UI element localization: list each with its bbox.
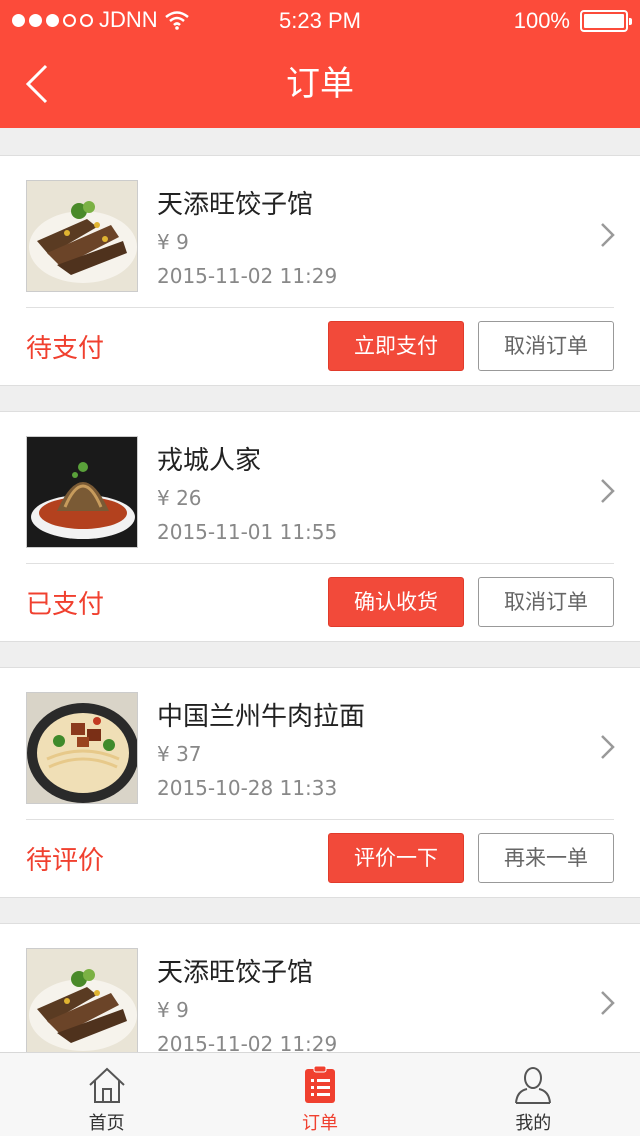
order-status: 已支付: [26, 590, 105, 620]
shop-name: 天添旺饺子馆: [157, 958, 314, 988]
tab-label: 首页: [88, 1113, 125, 1134]
dish-thumbnail: [26, 436, 138, 548]
chevron-right-icon[interactable]: [598, 476, 618, 506]
user-icon: [515, 1067, 552, 1104]
order-list-icon: [304, 1065, 335, 1103]
order-price: ¥ 37: [157, 742, 202, 766]
status-bar: JDNN 5:23 PM 100%: [0, 0, 640, 40]
battery-percent: 100%: [513, 8, 570, 33]
order-price: ¥ 26: [157, 486, 202, 510]
dish-thumbnail: [26, 180, 138, 292]
app-header: JDNN 5:23 PM 100% 订单: [0, 0, 640, 128]
confirm-receipt-button[interactable]: 确认收货: [328, 577, 464, 627]
tab-label: 订单: [301, 1113, 338, 1134]
dish-thumbnail: [26, 692, 138, 804]
tab-orders[interactable]: 订单: [213, 1053, 426, 1136]
order-card[interactable]: 天添旺饺子馆 ¥ 9 2015-11-02 11:29 待支付 立即支付 取消订…: [0, 155, 640, 386]
order-price: ¥ 9: [157, 230, 189, 254]
order-list: 天添旺饺子馆 ¥ 9 2015-11-02 11:29 待支付 立即支付 取消订…: [0, 155, 640, 1136]
cancel-order-button[interactable]: 取消订单: [478, 321, 614, 371]
divider: [26, 563, 614, 564]
divider: [26, 307, 614, 308]
order-card[interactable]: 戎城人家 ¥ 26 2015-11-01 11:55 已支付 确认收货 取消订单: [0, 411, 640, 642]
order-datetime: 2015-10-28 11:33: [157, 776, 338, 800]
tab-profile[interactable]: 我的: [427, 1053, 640, 1136]
status-right: 100%: [513, 8, 632, 34]
order-status: 待评价: [26, 846, 105, 876]
bottom-tab-bar: 首页 订单 我的: [0, 1052, 640, 1136]
shop-name: 戎城人家: [157, 446, 262, 476]
page-title: 订单: [286, 64, 354, 104]
order-datetime: 2015-11-01 11:55: [157, 520, 338, 544]
cancel-order-button[interactable]: 取消订单: [478, 577, 614, 627]
pay-now-button[interactable]: 立即支付: [328, 321, 464, 371]
divider: [26, 819, 614, 820]
dish-thumbnail: [26, 948, 138, 1060]
reorder-button[interactable]: 再来一单: [478, 833, 614, 883]
tab-label: 我的: [515, 1113, 552, 1134]
battery-icon: [580, 10, 632, 32]
rate-button[interactable]: 评价一下: [328, 833, 464, 883]
shop-name: 中国兰州牛肉拉面: [157, 702, 366, 732]
order-price: ¥ 9: [157, 998, 189, 1022]
chevron-right-icon[interactable]: [598, 988, 618, 1018]
shop-name: 天添旺饺子馆: [157, 190, 314, 220]
chevron-right-icon[interactable]: [598, 220, 618, 250]
tab-home[interactable]: 首页: [0, 1053, 213, 1136]
order-card[interactable]: 中国兰州牛肉拉面 ¥ 37 2015-10-28 11:33 待评价 评价一下 …: [0, 667, 640, 898]
chevron-right-icon[interactable]: [598, 732, 618, 762]
order-status: 待支付: [26, 334, 105, 364]
home-icon: [88, 1067, 125, 1103]
order-datetime: 2015-11-02 11:29: [157, 264, 338, 288]
